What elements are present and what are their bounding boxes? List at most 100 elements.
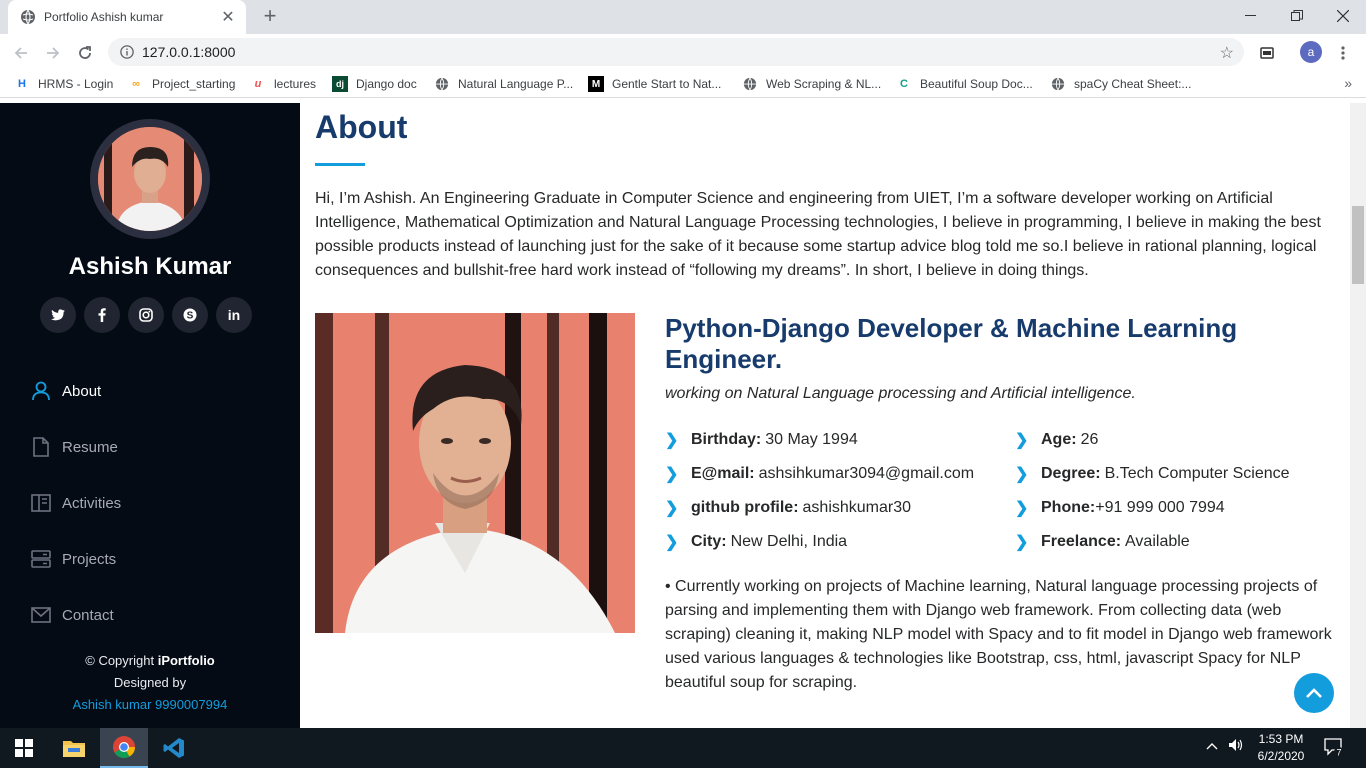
svg-text:in: in	[228, 308, 240, 322]
loop-icon: ∞	[132, 78, 140, 90]
instagram-icon[interactable]	[128, 297, 164, 333]
chrome-taskbar-button[interactable]	[100, 728, 148, 768]
chevron-right-icon: ❯	[665, 534, 679, 551]
reload-button[interactable]	[72, 40, 98, 66]
profile-avatar[interactable]: a	[1300, 41, 1322, 63]
sidebar-nav: About Resume Activities Projects Contact	[30, 363, 270, 643]
globe-icon	[434, 76, 450, 92]
info-item: ❯ E@mail: ashsihkumar3094@gmail.com	[665, 465, 975, 483]
server-icon	[30, 548, 52, 570]
envelope-icon	[30, 604, 52, 626]
bookmarks-bar: H HRMS - Login ∞ Project_starting u lecture…	[0, 70, 1366, 98]
page-scrollbar[interactable]	[1350, 103, 1366, 728]
info-icon[interactable]	[120, 45, 134, 59]
skype-icon[interactable]: S	[172, 297, 208, 333]
twitter-icon[interactable]	[40, 297, 76, 333]
sidebar-item-label: About	[62, 382, 102, 400]
browser-tab[interactable]: Portfolio Ashish kumar ✕	[8, 0, 246, 34]
info-item: ❯ Freelance: Available	[1015, 533, 1190, 551]
clock-date: 6/2/2020	[1257, 749, 1305, 763]
svg-text:S: S	[187, 311, 194, 322]
tab-title: Portfolio Ashish kumar	[44, 10, 164, 24]
volume-icon[interactable]	[1228, 738, 1244, 755]
arrow-right-icon	[47, 47, 60, 59]
file-icon	[30, 436, 52, 458]
windows-icon	[15, 739, 33, 757]
globe-icon	[20, 9, 36, 25]
sidebar-item-contact[interactable]: Contact	[30, 587, 270, 643]
section-title: About	[315, 109, 408, 145]
close-window-button[interactable]	[1320, 0, 1366, 32]
omnibox[interactable]: 127.0.0.1:8000 ☆	[108, 38, 1244, 66]
bookmark-web-scraping[interactable]: Web Scraping & NL...	[742, 75, 881, 93]
forward-button[interactable]	[40, 40, 66, 66]
chevron-right-icon: ❯	[1015, 466, 1029, 483]
sidebar-item-activities[interactable]: Activities	[30, 475, 270, 531]
more-vertical-icon	[1341, 46, 1345, 60]
info-item: ❯ City: New Delhi, India	[665, 533, 848, 551]
linkedin-icon[interactable]: in	[216, 297, 252, 333]
bookmark-hrms[interactable]: H HRMS - Login	[14, 75, 113, 93]
system-clock[interactable]: 1:53 PM 6/2/2020	[1250, 731, 1312, 765]
windows-taskbar: 1:53 PM 6/2/2020 7	[0, 728, 1366, 768]
bookmark-gentle-start[interactable]: M Gentle Start to Nat...	[588, 75, 721, 93]
bookmark-lectures[interactable]: u lectures	[250, 75, 316, 93]
new-tab-button[interactable]: +	[258, 4, 282, 28]
bookmark-django-doc[interactable]: dj Django doc	[332, 75, 417, 93]
chevron-up-tray-icon[interactable]	[1206, 738, 1218, 753]
sidebar: Ashish Kumar S in About Resume Activitie…	[0, 103, 300, 728]
avatar	[90, 119, 210, 239]
social-links: S in	[40, 297, 252, 333]
crummy-icon: C	[900, 78, 908, 90]
folder-icon	[63, 741, 85, 757]
bookmark-star-icon[interactable]: ☆	[1220, 43, 1234, 63]
chevron-right-icon: ❯	[1015, 534, 1029, 551]
notifications-icon[interactable]: 7	[1324, 737, 1344, 760]
designer-link[interactable]: Ashish kumar 9990007994	[0, 694, 300, 716]
medium-icon: M	[588, 76, 604, 92]
brand-name: iPortfolio	[157, 653, 215, 668]
book-icon	[30, 492, 52, 514]
arrow-left-icon	[14, 47, 27, 59]
sidebar-item-about[interactable]: About	[30, 363, 270, 419]
restore-button[interactable]	[1274, 0, 1320, 32]
scrollbar-thumb[interactable]	[1352, 206, 1364, 284]
address-bar-row: 127.0.0.1:8000 ☆	[0, 34, 1366, 70]
url-text[interactable]: 127.0.0.1:8000	[142, 44, 235, 60]
bookmarks-overflow-button[interactable]: »	[1344, 75, 1352, 91]
about-section: About Hi, I’m Ashish. An Engineering Gra…	[300, 103, 1350, 728]
chevron-right-icon: ❯	[665, 466, 679, 483]
sidebar-item-projects[interactable]: Projects	[30, 531, 270, 587]
back-to-top-button[interactable]	[1294, 673, 1334, 713]
udemy-icon: u	[254, 78, 262, 90]
info-list-right: ❯ Age: 26 ❯ Degree: B.Tech Computer Science …	[1015, 423, 1290, 559]
profile-name: Ashish Kumar	[68, 253, 232, 280]
start-button[interactable]	[0, 728, 48, 768]
vscode-taskbar-button[interactable]	[150, 728, 198, 768]
globe-icon	[742, 76, 758, 92]
info-item: ❯ Birthday: 30 May 1994	[665, 431, 858, 449]
bookmark-beautiful-soup[interactable]: C Beautiful Soup Doc...	[896, 75, 1033, 93]
info-item: ❯ Degree: B.Tech Computer Science	[1015, 465, 1290, 483]
facebook-icon[interactable]	[84, 297, 120, 333]
title-underline	[315, 163, 365, 166]
sidebar-item-resume[interactable]: Resume	[30, 419, 270, 475]
sidebar-item-label: Projects	[62, 550, 117, 568]
tab-close-icon[interactable]: ✕	[220, 7, 236, 27]
bookmark-natural-language[interactable]: Natural Language P...	[434, 75, 573, 93]
minimize-button[interactable]	[1228, 0, 1274, 32]
back-button[interactable]	[8, 40, 34, 66]
menu-button[interactable]	[1330, 40, 1356, 66]
minimize-icon	[1245, 15, 1256, 16]
hrms-icon: H	[18, 78, 26, 90]
bookmark-spacy-cheat-sheet[interactable]: spaCy Cheat Sheet:...	[1050, 75, 1191, 93]
bookmark-project-starting[interactable]: ∞ Project_starting	[128, 75, 235, 93]
tagline: working on Natural Language processing a…	[665, 385, 1136, 402]
about-intro: Hi, I’m Ashish. An Engineering Graduate …	[315, 190, 1321, 279]
chevron-right-icon: ❯	[1015, 432, 1029, 449]
sidebar-item-label: Activities	[62, 494, 122, 512]
profile-photo	[315, 313, 635, 633]
sidebar-item-label: Resume	[62, 438, 118, 456]
file-explorer-button[interactable]	[50, 728, 98, 768]
media-button[interactable]	[1254, 40, 1280, 66]
